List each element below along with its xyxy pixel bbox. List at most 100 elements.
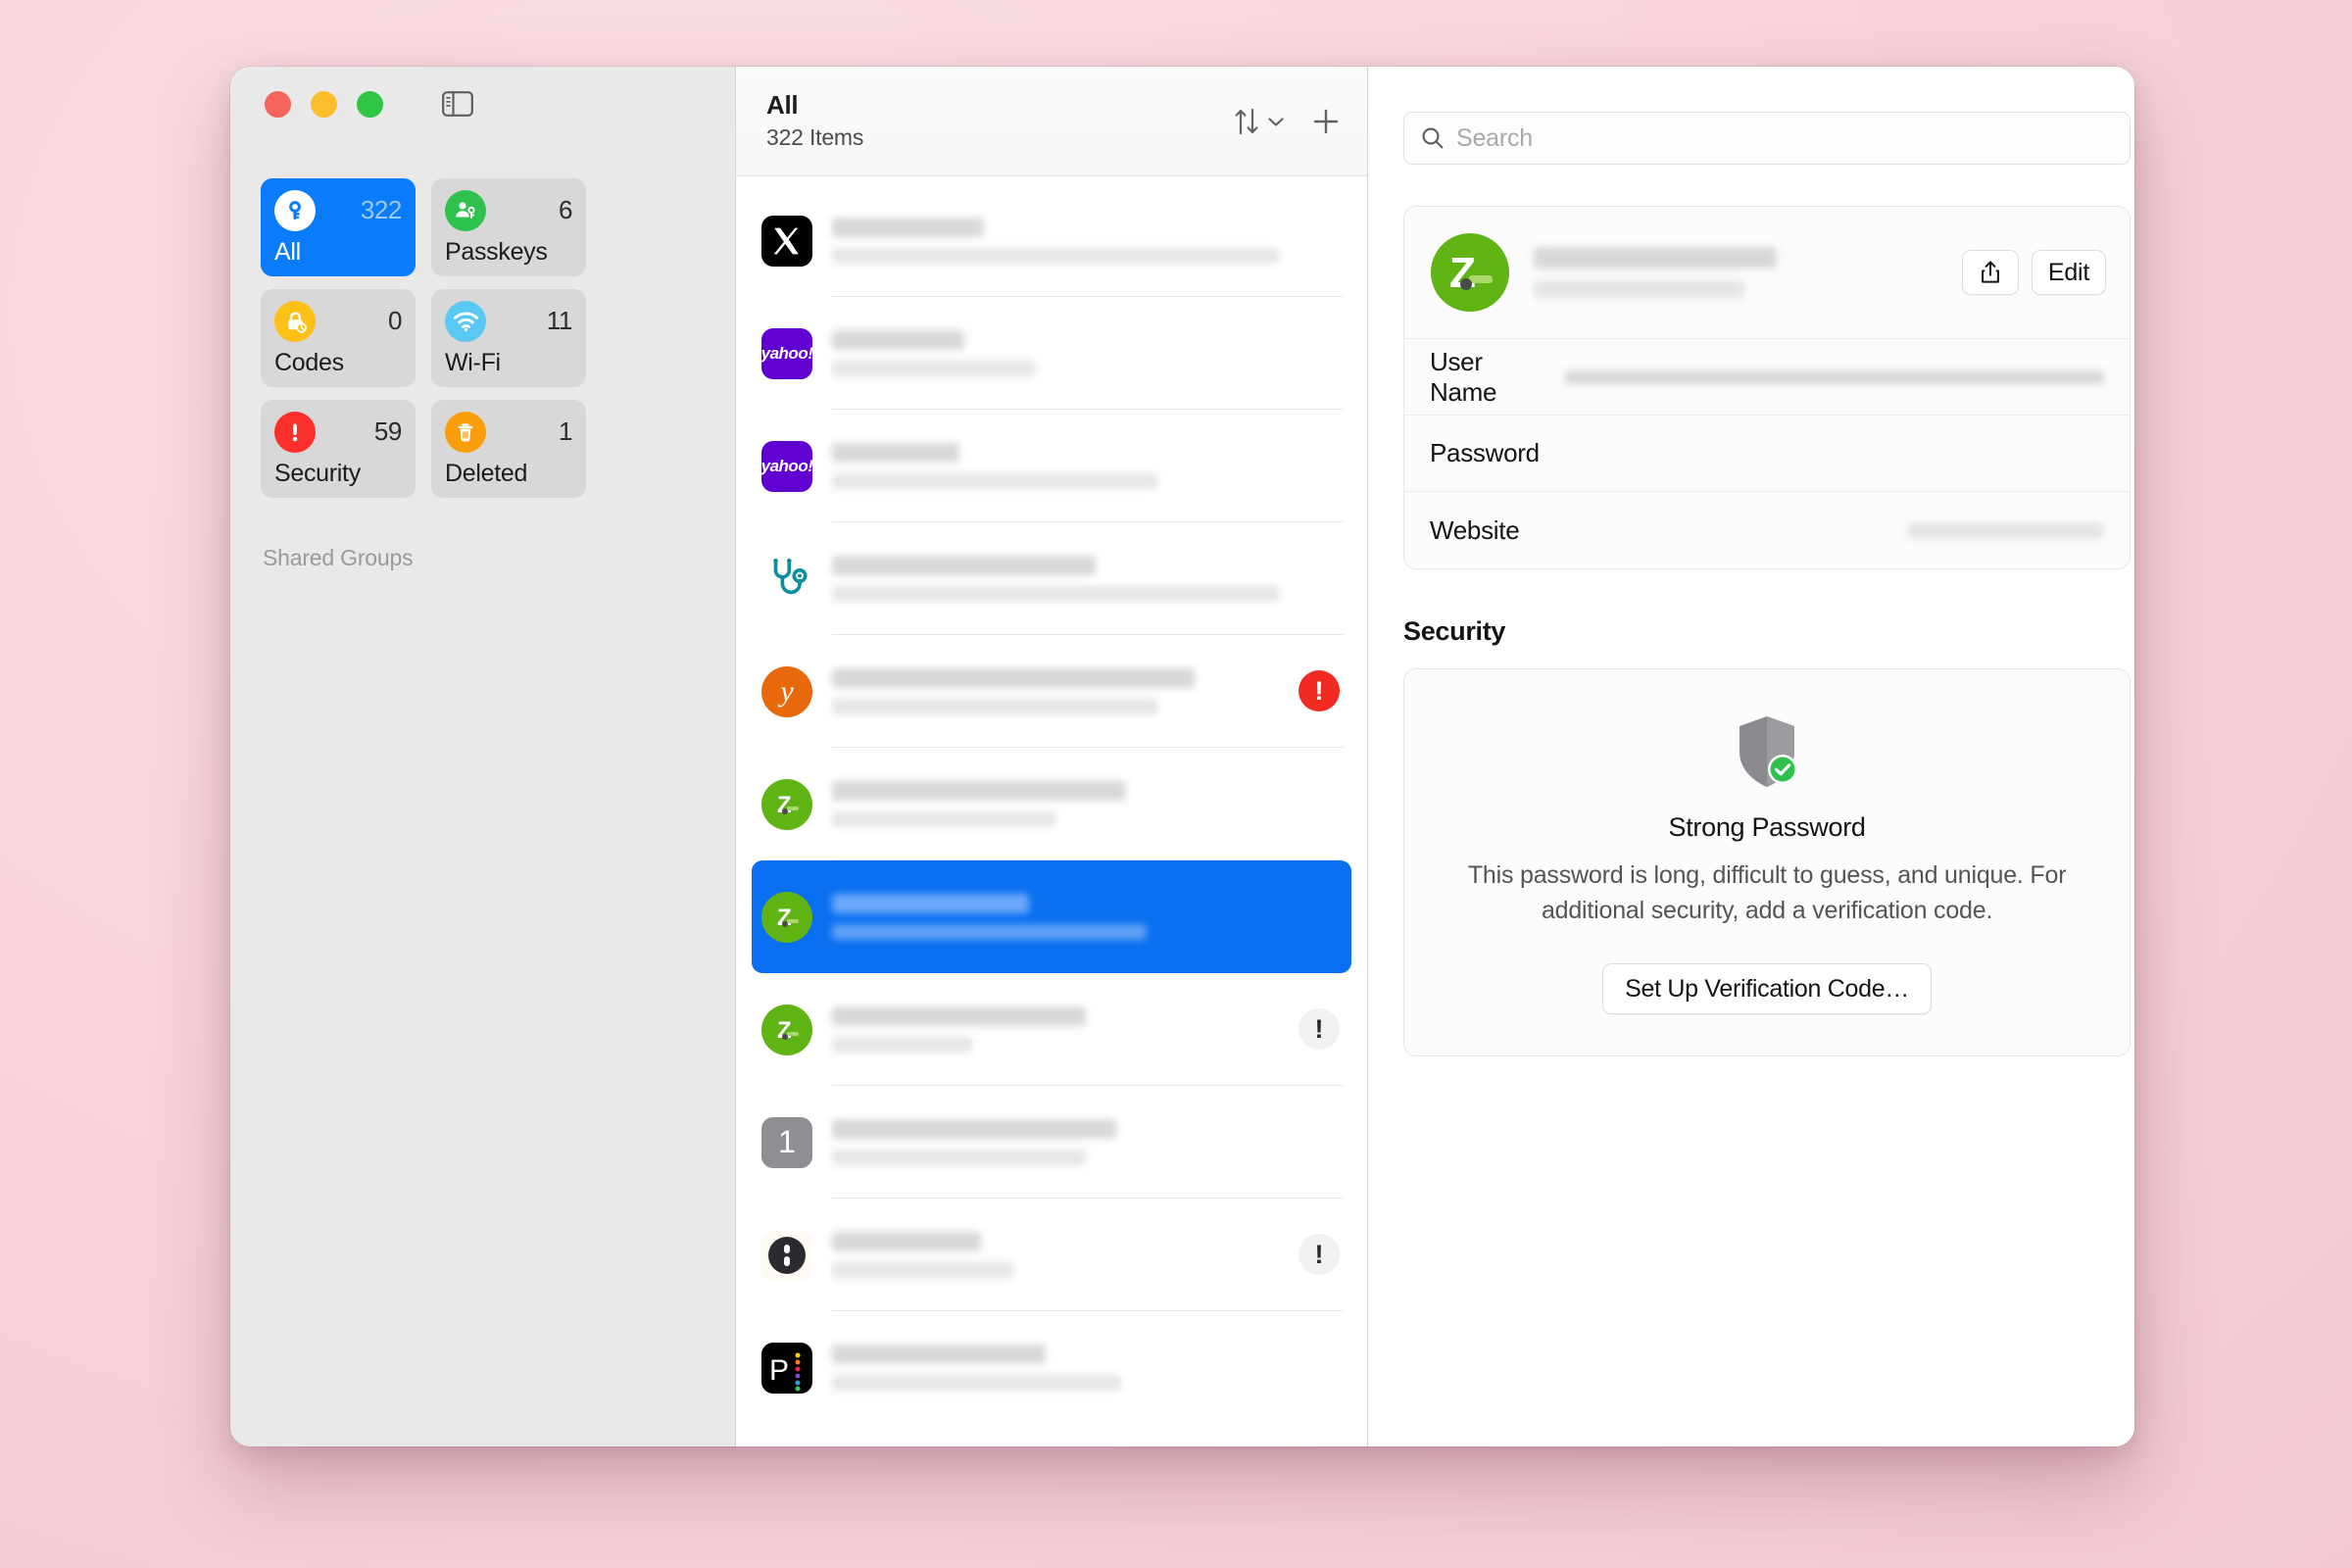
field-value-redacted — [1565, 369, 2105, 384]
close-button[interactable] — [265, 90, 291, 118]
row-content — [832, 297, 1344, 410]
item-list-column: All 322 Items yahoo! yahoo! y ! Z Z Z ! … — [735, 67, 1367, 1446]
list-item-count: 322 Items — [766, 123, 864, 150]
tile-label: Codes — [274, 349, 344, 376]
field-row-username[interactable]: User Name — [1404, 339, 2131, 416]
item-title-redacted — [832, 780, 1127, 801]
sidebar-toggle-icon — [442, 91, 473, 117]
item-title-redacted — [832, 1005, 1086, 1026]
row-content — [832, 522, 1344, 635]
item-subtitle-redacted — [832, 585, 1279, 602]
detail-column: Search Z Edit User Name Password Website… — [1367, 67, 2134, 1446]
row-text — [832, 1118, 1340, 1165]
row-content — [832, 1086, 1344, 1199]
plus-icon — [1313, 109, 1339, 133]
tile-count: 6 — [558, 195, 572, 224]
shield-check-icon — [1740, 716, 1798, 787]
list-title: All — [766, 90, 799, 121]
item-title-redacted — [832, 667, 1195, 688]
status-badge-warning[interactable]: ! — [1298, 1008, 1340, 1050]
sidebar-tile-codes[interactable]: 0 Codes — [261, 289, 416, 387]
sort-button[interactable] — [1232, 106, 1285, 137]
list-item[interactable]: Z ! — [736, 973, 1367, 1086]
list-header-titles: All 322 Items — [766, 89, 863, 152]
svg-text:Z: Z — [777, 792, 792, 818]
peacock-icon: P — [761, 1342, 812, 1394]
row-content: ! — [832, 1199, 1344, 1311]
item-subtitle-redacted — [832, 1261, 1013, 1278]
search-bar: Search — [1403, 67, 2132, 165]
share-icon — [1981, 261, 1999, 283]
tile-label: All — [274, 238, 301, 266]
item-subtitle-redacted — [832, 1149, 1086, 1165]
item-title-redacted — [832, 1231, 982, 1251]
shared-groups-header: Shared Groups — [263, 545, 414, 570]
list-item[interactable]: yahoo! — [736, 410, 1367, 522]
tile-count: 11 — [546, 306, 573, 335]
add-item-button[interactable] — [1310, 106, 1342, 137]
tile-count: 1 — [558, 416, 572, 446]
one-icon: 1 — [761, 1116, 812, 1168]
edit-button[interactable]: Edit — [2031, 250, 2107, 295]
row-content: ! — [832, 635, 1344, 748]
sidebar-tile-wifi[interactable]: 11 Wi-Fi — [431, 289, 586, 387]
category-tiles: 322 All 6 Passkeys 0 Codes 11 Wi-Fi 59 S… — [230, 141, 735, 498]
list-item[interactable] — [736, 522, 1367, 635]
item-detail-card: Z Edit User Name Password Website — [1403, 206, 2132, 569]
tile-top-row: 59 — [274, 412, 402, 453]
list-item[interactable]: ! — [736, 1199, 1367, 1311]
stethoscope-icon — [761, 554, 812, 605]
sidebar-toggle-button[interactable] — [436, 86, 479, 122]
status-badge-alert[interactable]: ! — [1298, 670, 1340, 711]
search-input[interactable]: Search — [1403, 112, 2132, 165]
tile-label: Wi-Fi — [445, 349, 501, 376]
row-content — [832, 748, 1344, 860]
sidebar-tile-deleted[interactable]: 1 Deleted — [431, 400, 586, 498]
svg-text:Z: Z — [777, 1017, 792, 1044]
tile-top-row: 1 — [445, 412, 572, 453]
item-title-redacted — [832, 442, 959, 463]
svg-text:Z: Z — [1449, 249, 1476, 297]
detail-header-actions: Edit — [1961, 250, 2107, 295]
list-item[interactable]: y ! — [736, 635, 1367, 748]
zipcar-icon: Z — [761, 1004, 812, 1055]
traffic-lights — [265, 90, 383, 118]
security-section-title: Security — [1403, 616, 1506, 646]
list-item-selected[interactable]: Z — [752, 860, 1351, 973]
item-title-redacted — [1534, 247, 1777, 269]
tile-label: Deleted — [445, 460, 528, 487]
share-button[interactable] — [1961, 250, 2019, 295]
item-list[interactable]: yahoo! yahoo! y ! Z Z Z ! 1 ! P — [736, 176, 1367, 1446]
sidebar-tile-passkeys[interactable]: 6 Passkeys — [431, 178, 586, 276]
sidebar-tile-all[interactable]: 322 All — [261, 178, 416, 276]
security-status-card: Strong Password This password is long, d… — [1403, 668, 2132, 1056]
security-status-description: This password is long, difficult to gues… — [1467, 861, 2067, 924]
zipcar-icon: Z — [1430, 232, 1510, 313]
tile-count: 322 — [360, 195, 403, 224]
item-subtitle-redacted — [832, 924, 1148, 940]
zoom-button[interactable] — [357, 90, 383, 118]
list-item[interactable]: 1 — [736, 1086, 1367, 1199]
tile-label: Security — [274, 460, 361, 487]
list-item[interactable]: P — [736, 1311, 1367, 1424]
list-item[interactable] — [736, 184, 1367, 297]
yummly-icon: y — [761, 665, 812, 717]
field-row-password[interactable]: Password — [1404, 416, 2131, 492]
zipcar-icon: Z — [761, 778, 812, 830]
tile-label: Passkeys — [445, 238, 548, 266]
sidebar-tile-security[interactable]: 59 Security — [261, 400, 416, 498]
set-up-verification-code-button[interactable]: Set Up Verification Code… — [1602, 963, 1933, 1014]
lock-clock-icon — [274, 301, 316, 342]
search-placeholder: Search — [1456, 123, 1534, 152]
row-text — [832, 1345, 1340, 1391]
sort-arrows-icon — [1235, 108, 1258, 134]
field-row-website[interactable]: Website — [1404, 492, 2130, 568]
item-title-redacted — [832, 555, 1097, 575]
status-badge-warning[interactable]: ! — [1298, 1234, 1340, 1275]
item-subtitle-redacted — [832, 247, 1279, 264]
item-title-block — [1534, 247, 1938, 298]
list-item[interactable]: Z — [736, 748, 1367, 860]
list-item[interactable]: yahoo! — [736, 297, 1367, 410]
item-subtitle-redacted — [832, 472, 1157, 489]
minimize-button[interactable] — [311, 90, 337, 118]
